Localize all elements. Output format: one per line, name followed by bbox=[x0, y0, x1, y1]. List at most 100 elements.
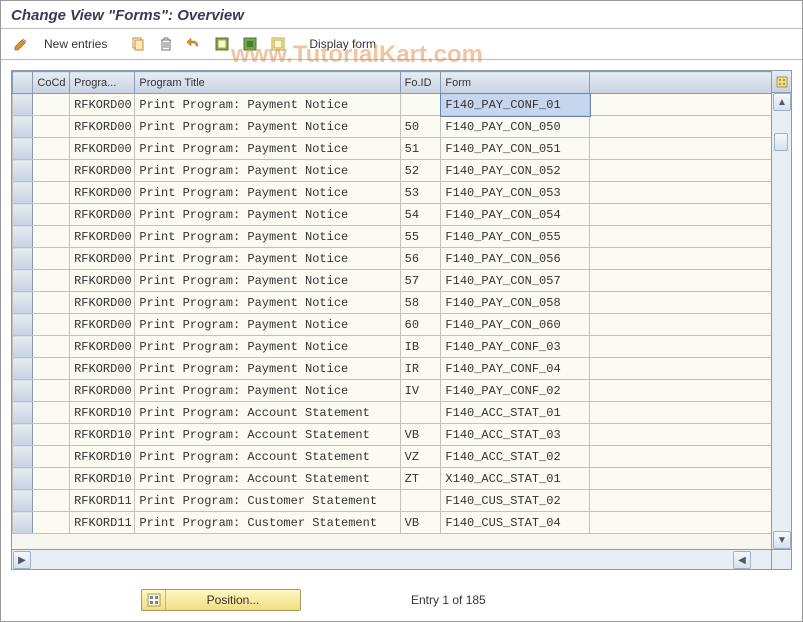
cell-cocd[interactable] bbox=[33, 358, 70, 380]
cell-form[interactable]: F140_ACC_STAT_02 bbox=[441, 446, 590, 468]
cell-foid[interactable] bbox=[400, 94, 441, 116]
table-row[interactable]: RFKORD10Print Program: Account Statement… bbox=[13, 468, 772, 490]
cell-cocd[interactable] bbox=[33, 182, 70, 204]
table-settings-icon[interactable] bbox=[771, 71, 791, 93]
cell-cocd[interactable] bbox=[33, 446, 70, 468]
display-form-button[interactable]: Display form bbox=[302, 33, 383, 55]
cell-foid[interactable]: VB bbox=[400, 512, 441, 534]
cell-title[interactable]: Print Program: Payment Notice bbox=[135, 160, 400, 182]
table-row[interactable]: RFKORD10Print Program: Account Statement… bbox=[13, 402, 772, 424]
row-selector[interactable] bbox=[13, 292, 33, 314]
table-row[interactable]: RFKORD00Print Program: Payment Notice50F… bbox=[13, 116, 772, 138]
cell-cocd[interactable] bbox=[33, 380, 70, 402]
cell-program[interactable]: RFKORD00 bbox=[70, 358, 135, 380]
cell-form[interactable]: F140_PAY_CON_050 bbox=[441, 116, 590, 138]
cell-foid[interactable]: 50 bbox=[400, 116, 441, 138]
row-selector[interactable] bbox=[13, 468, 33, 490]
table-row[interactable]: RFKORD00Print Program: Payment Notice54F… bbox=[13, 204, 772, 226]
cell-form[interactable]: F140_PAY_CON_055 bbox=[441, 226, 590, 248]
undo-icon[interactable] bbox=[182, 33, 206, 55]
cell-cocd[interactable] bbox=[33, 512, 70, 534]
cell-program[interactable]: RFKORD00 bbox=[70, 248, 135, 270]
row-selector[interactable] bbox=[13, 314, 33, 336]
cell-program[interactable]: RFKORD00 bbox=[70, 270, 135, 292]
vertical-scrollbar[interactable]: ▲ ▼ bbox=[771, 93, 791, 549]
select-all-icon[interactable] bbox=[210, 33, 234, 55]
cell-form[interactable]: F140_CUS_STAT_04 bbox=[441, 512, 590, 534]
edit-icon[interactable] bbox=[9, 33, 33, 55]
cell-foid[interactable]: 52 bbox=[400, 160, 441, 182]
copy-icon[interactable] bbox=[126, 33, 150, 55]
table-row[interactable]: RFKORD00Print Program: Payment Notice57F… bbox=[13, 270, 772, 292]
table-row[interactable]: RFKORD00Print Program: Payment NoticeF14… bbox=[13, 94, 772, 116]
scroll-left-icon[interactable]: ◀ bbox=[733, 551, 751, 569]
cell-title[interactable]: Print Program: Payment Notice bbox=[135, 270, 400, 292]
col-cocd[interactable]: CoCd bbox=[33, 72, 70, 94]
row-selector[interactable] bbox=[13, 446, 33, 468]
table-row[interactable]: RFKORD00Print Program: Payment Notice51F… bbox=[13, 138, 772, 160]
row-selector[interactable] bbox=[13, 94, 33, 116]
cell-title[interactable]: Print Program: Payment Notice bbox=[135, 314, 400, 336]
cell-cocd[interactable] bbox=[33, 314, 70, 336]
table-row[interactable]: RFKORD00Print Program: Payment Notice52F… bbox=[13, 160, 772, 182]
table-row[interactable]: RFKORD00Print Program: Payment Notice58F… bbox=[13, 292, 772, 314]
row-selector[interactable] bbox=[13, 358, 33, 380]
cell-foid[interactable]: 51 bbox=[400, 138, 441, 160]
cell-title[interactable]: Print Program: Account Statement bbox=[135, 446, 400, 468]
cell-cocd[interactable] bbox=[33, 424, 70, 446]
cell-form[interactable]: F140_CUS_STAT_02 bbox=[441, 490, 590, 512]
cell-foid[interactable]: ZT bbox=[400, 468, 441, 490]
cell-foid[interactable]: 54 bbox=[400, 204, 441, 226]
cell-program[interactable]: RFKORD10 bbox=[70, 468, 135, 490]
cell-title[interactable]: Print Program: Payment Notice bbox=[135, 182, 400, 204]
row-selector[interactable] bbox=[13, 512, 33, 534]
cell-program[interactable]: RFKORD10 bbox=[70, 402, 135, 424]
cell-cocd[interactable] bbox=[33, 160, 70, 182]
row-selector[interactable] bbox=[13, 226, 33, 248]
cell-foid[interactable] bbox=[400, 402, 441, 424]
cell-form[interactable]: F140_PAY_CONF_03 bbox=[441, 336, 590, 358]
cell-program[interactable]: RFKORD10 bbox=[70, 424, 135, 446]
row-selector[interactable] bbox=[13, 116, 33, 138]
table-row[interactable]: RFKORD00Print Program: Payment Notice55F… bbox=[13, 226, 772, 248]
table-row[interactable]: RFKORD11Print Program: Customer Statemen… bbox=[13, 512, 772, 534]
cell-cocd[interactable] bbox=[33, 116, 70, 138]
cell-program[interactable]: RFKORD00 bbox=[70, 314, 135, 336]
position-button[interactable]: Position... bbox=[141, 589, 301, 611]
cell-form[interactable]: F140_PAY_CON_057 bbox=[441, 270, 590, 292]
col-program-title[interactable]: Program Title bbox=[135, 72, 400, 94]
cell-program[interactable]: RFKORD11 bbox=[70, 512, 135, 534]
select-block-icon[interactable] bbox=[238, 33, 262, 55]
cell-form[interactable]: F140_PAY_CON_051 bbox=[441, 138, 590, 160]
row-selector[interactable] bbox=[13, 490, 33, 512]
col-program[interactable]: Progra... bbox=[70, 72, 135, 94]
cell-foid[interactable]: 60 bbox=[400, 314, 441, 336]
cell-cocd[interactable] bbox=[33, 468, 70, 490]
delete-icon[interactable] bbox=[154, 33, 178, 55]
cell-title[interactable]: Print Program: Payment Notice bbox=[135, 380, 400, 402]
cell-form[interactable]: F140_ACC_STAT_03 bbox=[441, 424, 590, 446]
cell-program[interactable]: RFKORD00 bbox=[70, 138, 135, 160]
scroll-thumb[interactable] bbox=[774, 133, 788, 151]
row-selector[interactable] bbox=[13, 424, 33, 446]
cell-form[interactable]: F140_ACC_STAT_01 bbox=[441, 402, 590, 424]
cell-title[interactable]: Print Program: Payment Notice bbox=[135, 138, 400, 160]
cell-cocd[interactable] bbox=[33, 270, 70, 292]
cell-title[interactable]: Print Program: Payment Notice bbox=[135, 204, 400, 226]
table-row[interactable]: RFKORD10Print Program: Account Statement… bbox=[13, 424, 772, 446]
cell-foid[interactable]: 56 bbox=[400, 248, 441, 270]
row-selector[interactable] bbox=[13, 160, 33, 182]
cell-program[interactable]: RFKORD00 bbox=[70, 94, 135, 116]
cell-program[interactable]: RFKORD11 bbox=[70, 490, 135, 512]
cell-title[interactable]: Print Program: Payment Notice bbox=[135, 94, 400, 116]
cell-foid[interactable]: 55 bbox=[400, 226, 441, 248]
cell-form[interactable]: F140_PAY_CON_060 bbox=[441, 314, 590, 336]
cell-title[interactable]: Print Program: Payment Notice bbox=[135, 116, 400, 138]
row-selector[interactable] bbox=[13, 204, 33, 226]
cell-form[interactable]: F140_PAY_CON_052 bbox=[441, 160, 590, 182]
cell-cocd[interactable] bbox=[33, 336, 70, 358]
row-selector[interactable] bbox=[13, 270, 33, 292]
cell-foid[interactable]: IR bbox=[400, 358, 441, 380]
cell-foid[interactable]: 58 bbox=[400, 292, 441, 314]
cell-cocd[interactable] bbox=[33, 292, 70, 314]
